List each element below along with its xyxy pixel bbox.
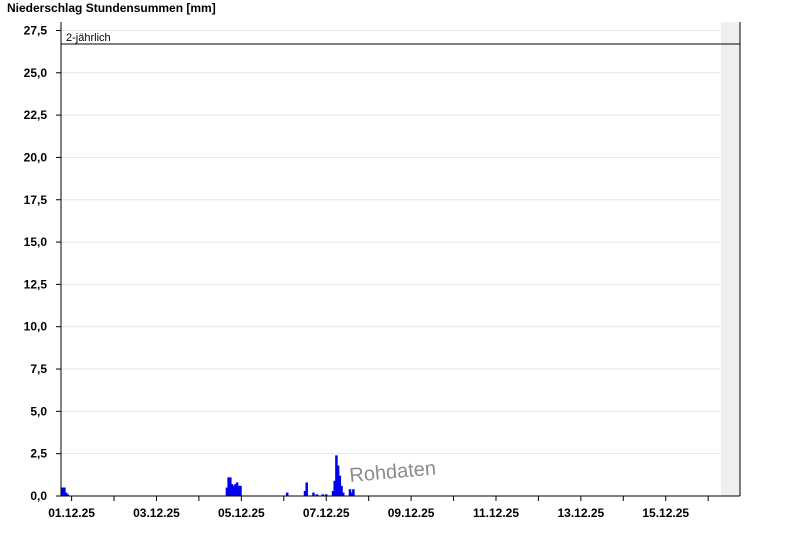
y-tick-label: 22,5: [24, 108, 48, 122]
precipitation-chart: 2-jährlich 0,0 2,5 5,0 7,5 10,0 12,5 15,0 17,5 2…: [24, 22, 741, 520]
x-tick-label: 15.12.25: [642, 506, 689, 520]
precip-bar: [352, 489, 355, 496]
plot-background: [61, 22, 740, 496]
y-tick-label: 17,5: [24, 193, 48, 207]
x-tick-label: 07.12.25: [303, 506, 350, 520]
x-tick-label: 03.12.25: [133, 506, 180, 520]
x-tick-label: 11.12.25: [473, 506, 519, 520]
x-tick-label: 09.12.25: [388, 506, 435, 520]
y-tick-label: 20,0: [24, 150, 48, 164]
y-tick-label: 15,0: [24, 235, 48, 249]
forecast-region: [720, 22, 740, 496]
reference-line-label: 2-jährlich: [66, 32, 111, 44]
precip-bar: [305, 482, 308, 496]
y-tick-label: 2,5: [30, 447, 47, 461]
x-tick-label: 01.12.25: [48, 506, 95, 520]
precip-bar: [285, 492, 289, 496]
y-tick-label: 27,5: [24, 23, 48, 37]
precip-bar: [341, 492, 345, 496]
precip-bar: [312, 492, 315, 496]
y-tick-label: 7,5: [30, 362, 47, 376]
x-tick-label: 05.12.25: [218, 506, 265, 520]
y-tick-label: 12,5: [24, 277, 48, 291]
y-tick-label: 10,0: [24, 320, 48, 334]
x-tick-label: 13.12.25: [558, 506, 605, 520]
precip-bar: [239, 485, 242, 496]
y-tick-label: 0,0: [30, 489, 47, 503]
y-tick-label: 5,0: [30, 404, 47, 418]
y-tick-label: 25,0: [24, 66, 48, 80]
